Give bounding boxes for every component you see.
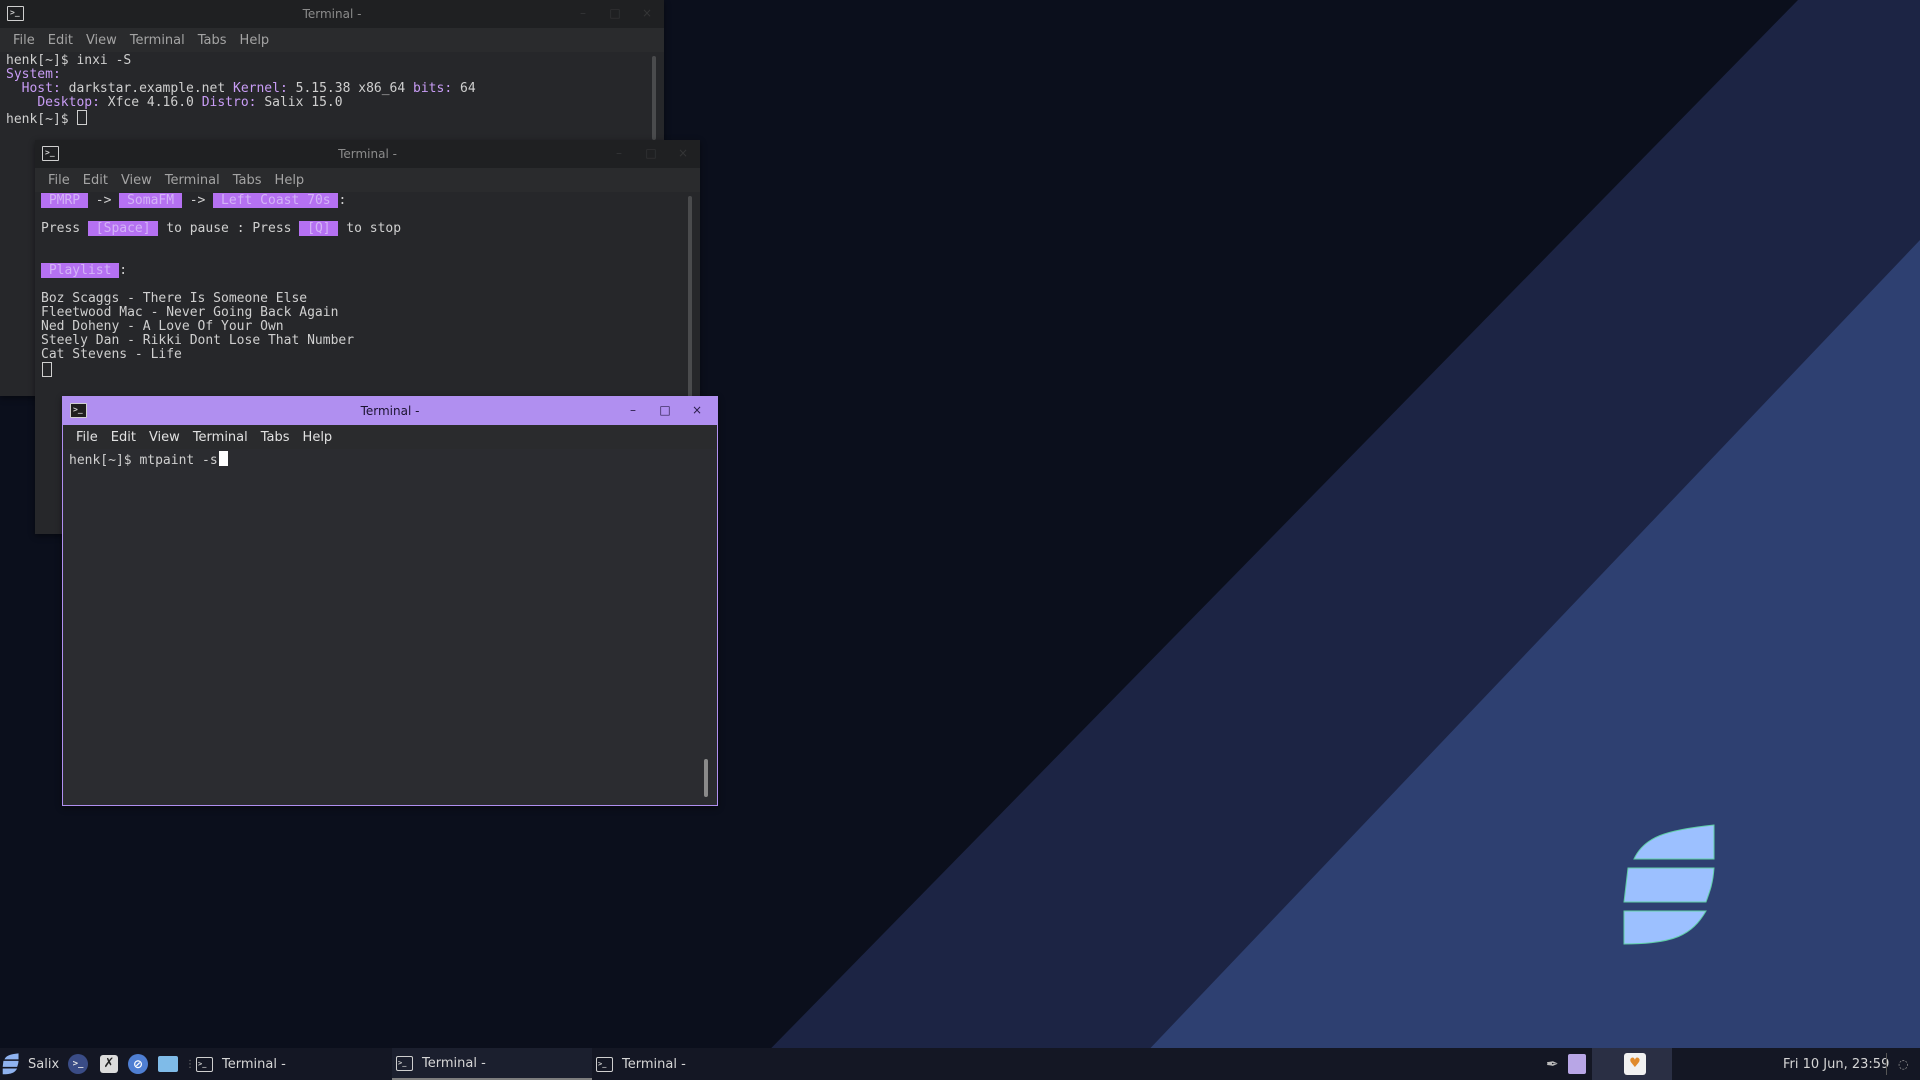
launcher-terminal[interactable]: >_ (68, 1048, 88, 1080)
controls-hint: Press [Space] to pause : Press [Q] to st… (41, 221, 402, 236)
menu-tabs[interactable]: Tabs (233, 173, 262, 188)
terminal-icon: >_ (68, 1054, 88, 1074)
maximize-button[interactable]: □ (658, 403, 672, 417)
menu-file[interactable]: File (76, 430, 98, 445)
command-line: henk[~]$ inxi -S (6, 53, 132, 68)
taskbar: Salix >_ ✗ ⊘ ⋮ >_ Terminal - >_ Terminal… (0, 1048, 1920, 1080)
system-line: System: (6, 67, 61, 82)
menu-view[interactable]: View (121, 173, 152, 188)
scrollbar[interactable] (652, 56, 656, 140)
menu-edit[interactable]: Edit (83, 173, 108, 188)
window-title: Terminal - (302, 7, 362, 21)
prompt-line: henk[~]$ (6, 110, 88, 127)
folder-icon (158, 1056, 178, 1072)
cursor-line (41, 362, 52, 379)
window-title: Terminal - (360, 404, 420, 418)
clipboard-icon (1568, 1054, 1586, 1074)
playlist-item: Boz Scaggs - There Is Someone Else (41, 291, 308, 306)
desktop-line: Desktop: Xfce 4.16.0 Distro: Salix 15.0 (37, 95, 343, 110)
terminal-icon: >_ (596, 1056, 613, 1072)
launcher-browser[interactable]: ⊘ (128, 1048, 148, 1080)
playlist-item: Steely Dan - Rikki Dont Lose That Number (41, 333, 355, 348)
host-line: Host: darkstar.example.net Kernel: 5.15.… (21, 81, 476, 96)
menu-help[interactable]: Help (303, 430, 333, 445)
menu-view[interactable]: View (86, 33, 117, 48)
task-label: Terminal - (422, 1055, 486, 1071)
tools-icon: ✗ (100, 1055, 118, 1073)
playlist-item: Fleetwood Mac - Never Going Back Again (41, 305, 339, 320)
menu-bar: File Edit View Terminal Tabs Help (63, 425, 717, 449)
title-bar[interactable]: >_ Terminal - – □ × (0, 0, 664, 28)
menu-file[interactable]: File (13, 33, 35, 48)
task-terminal-2[interactable]: >_ Terminal - (392, 1048, 592, 1080)
close-button[interactable]: × (676, 146, 690, 160)
browser-icon: ⊘ (128, 1054, 148, 1074)
maximize-button[interactable]: □ (644, 146, 658, 160)
terminal-window-active[interactable]: >_ Terminal - – □ × File Edit View Terminal… (62, 396, 718, 806)
menu-terminal[interactable]: Terminal (193, 430, 248, 445)
scrollbar[interactable] (704, 759, 708, 797)
menu-edit[interactable]: Edit (48, 33, 73, 48)
tray-pen-icon[interactable]: ✒ (1546, 1048, 1559, 1080)
maximize-button[interactable]: □ (608, 6, 622, 20)
minimize-button[interactable]: – (576, 6, 590, 20)
playlist-item: Ned Doheny - A Love Of Your Own (41, 319, 284, 334)
text-cursor (42, 362, 52, 377)
menu-help[interactable]: Help (275, 173, 305, 188)
title-bar[interactable]: >_ Terminal - – □ × (35, 140, 700, 168)
start-label: Salix (28, 1056, 60, 1072)
text-cursor (218, 451, 228, 466)
terminal-icon: >_ (196, 1056, 213, 1072)
menu-terminal[interactable]: Terminal (130, 33, 185, 48)
menu-bar: File Edit View Terminal Tabs Help (35, 168, 700, 192)
close-button[interactable]: × (690, 403, 704, 417)
close-button[interactable]: × (640, 6, 654, 20)
minimize-button[interactable]: – (612, 146, 626, 160)
menu-file[interactable]: File (48, 173, 70, 188)
title-bar[interactable]: >_ Terminal - – □ × (63, 397, 717, 425)
menu-tabs[interactable]: Tabs (198, 33, 227, 48)
terminal-output[interactable]: henk[~]$ mtpaint -s (63, 449, 717, 805)
separator-dots: ⋮ (185, 1058, 195, 1070)
separator (1886, 1053, 1887, 1075)
menu-tabs[interactable]: Tabs (261, 430, 290, 445)
playlist-item: Cat Stevens - Life (41, 347, 182, 362)
clock[interactable]: Fri 10 Jun, 23:59 (1783, 1048, 1889, 1080)
launcher-tools[interactable]: ✗ (100, 1048, 118, 1080)
shield-icon: ♥ (1624, 1053, 1646, 1075)
notification-icon[interactable]: ◌ (1898, 1048, 1908, 1080)
terminal-icon: >_ (396, 1055, 413, 1071)
menu-edit[interactable]: Edit (111, 430, 136, 445)
menu-bar: File Edit View Terminal Tabs Help (0, 28, 664, 52)
menu-terminal[interactable]: Terminal (165, 173, 220, 188)
task-terminal-1[interactable]: >_ Terminal - (196, 1048, 386, 1080)
salix-logo (1623, 824, 1715, 945)
window-title: Terminal - (338, 147, 397, 161)
start-menu-button[interactable]: Salix (2, 1048, 59, 1080)
playlist-heading: Playlist : (41, 263, 128, 278)
tray-app-icon[interactable]: ♥ (1624, 1048, 1646, 1080)
menu-view[interactable]: View (149, 430, 180, 445)
task-label: Terminal - (222, 1056, 286, 1072)
task-label: Terminal - (622, 1056, 686, 1072)
menu-help[interactable]: Help (240, 33, 270, 48)
launcher-files[interactable] (158, 1048, 178, 1080)
tray-clipboard-icon[interactable] (1568, 1048, 1586, 1080)
prompt-line: henk[~]$ mtpaint -s (69, 451, 228, 468)
task-terminal-3[interactable]: >_ Terminal - (596, 1048, 796, 1080)
station-breadcrumb: PMRP -> SomaFM -> Left Coast 70s : (41, 193, 347, 208)
minimize-button[interactable]: – (626, 403, 640, 417)
salix-logo-icon (2, 1053, 19, 1075)
text-cursor (77, 110, 88, 125)
